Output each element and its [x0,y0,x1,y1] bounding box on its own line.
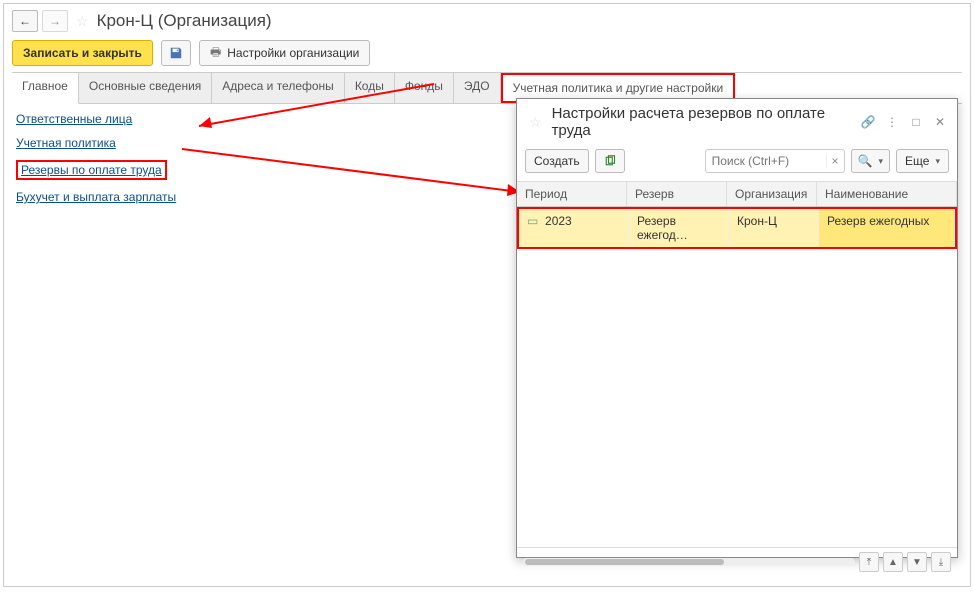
cell-name: Резерв ежегодных [819,209,955,247]
more-button[interactable]: Еще ▾ [896,149,949,173]
maximize-icon[interactable]: □ [907,115,925,129]
page-title: Крон-Ц (Организация) [97,11,272,31]
h-scrollbar[interactable] [523,558,855,566]
org-settings-label: Настройки организации [227,46,359,60]
popup-title: Настройки расчета резервов по оплате тру… [552,105,853,139]
table-row[interactable]: ▭ 2023 Резерв ежегод… Крон-Ц Резерв ежег… [517,207,957,249]
search-dropdown-button[interactable]: 🔍 ▾ [851,149,890,173]
popup-footer: ⤒ ▲ ▼ ⤓ [517,547,957,576]
forward-button[interactable]: → [42,10,68,32]
link-accounting-policy[interactable]: Учетная политика [16,136,116,150]
link-reserves[interactable]: Резервы по оплате труда [16,160,167,180]
cell-org: Крон-Ц [729,209,819,247]
link-payroll[interactable]: Бухучет и выплата зарплаты [16,190,176,204]
search-input[interactable] [706,154,826,168]
more-menu-icon[interactable]: ⋮ [883,115,901,129]
save-and-close-button[interactable]: Записать и закрыть [12,40,153,66]
col-name[interactable]: Наименование [817,182,957,206]
search-clear-icon[interactable]: × [826,154,844,168]
main-toolbar: Записать и закрыть 🖶 Настройки организац… [4,34,970,72]
tab-basic-info[interactable]: Основные сведения [79,73,212,103]
tab-funds[interactable]: Фонды [395,73,454,103]
col-org[interactable]: Организация [727,182,817,206]
floppy-icon [169,46,183,60]
create-button[interactable]: Создать [525,149,589,173]
app-window: ← → ☆ Крон-Ц (Организация) Записать и за… [3,3,971,587]
refresh-button[interactable] [595,149,625,173]
favorite-star-icon[interactable]: ☆ [76,13,89,30]
cell-period: ▭ 2023 [519,209,629,247]
cell-reserve: Резерв ежегод… [629,209,729,247]
more-label: Еще [905,154,929,168]
scroll-bottom-button[interactable]: ⤓ [931,552,951,572]
row-marker-icon: ▭ [527,214,538,228]
popup-header: ☆ Настройки расчета резервов по оплате т… [517,99,957,145]
link-responsible[interactable]: Ответственные лица [16,112,132,126]
scroll-up-button[interactable]: ▲ [883,552,903,572]
col-reserve[interactable]: Резерв [627,182,727,206]
tab-edo[interactable]: ЭДО [454,73,501,103]
printer-icon: 🖶 [210,43,221,64]
search-wrap: × [705,149,845,173]
chevron-down-icon: ▾ [879,156,884,167]
nav-row: ← → ☆ Крон-Ц (Организация) [4,4,970,34]
popup-star-icon[interactable]: ☆ [529,114,542,131]
link-icon[interactable]: 🔗 [859,115,877,129]
tab-addresses[interactable]: Адреса и телефоны [212,73,345,103]
copy-icon [604,155,616,167]
tab-main[interactable]: Главное [12,73,79,104]
save-button[interactable] [161,40,191,66]
col-period[interactable]: Период [517,182,627,206]
magnifier-icon: 🔍 [858,154,873,168]
close-icon[interactable]: ✕ [931,115,949,129]
scroll-top-button[interactable]: ⤒ [859,552,879,572]
reserves-popup: ☆ Настройки расчета резервов по оплате т… [516,98,958,558]
grid-body[interactable]: ▭ 2023 Резерв ежегод… Крон-Ц Резерв ежег… [517,207,957,547]
popup-toolbar: Создать × 🔍 ▾ Еще ▾ [517,145,957,182]
chevron-down-icon: ▾ [935,156,940,167]
tab-codes[interactable]: Коды [345,73,395,103]
back-button[interactable]: ← [12,10,38,32]
grid-header: Период Резерв Организация Наименование [517,182,957,207]
scroll-down-button[interactable]: ▼ [907,552,927,572]
org-settings-button[interactable]: 🖶 Настройки организации [199,40,370,66]
